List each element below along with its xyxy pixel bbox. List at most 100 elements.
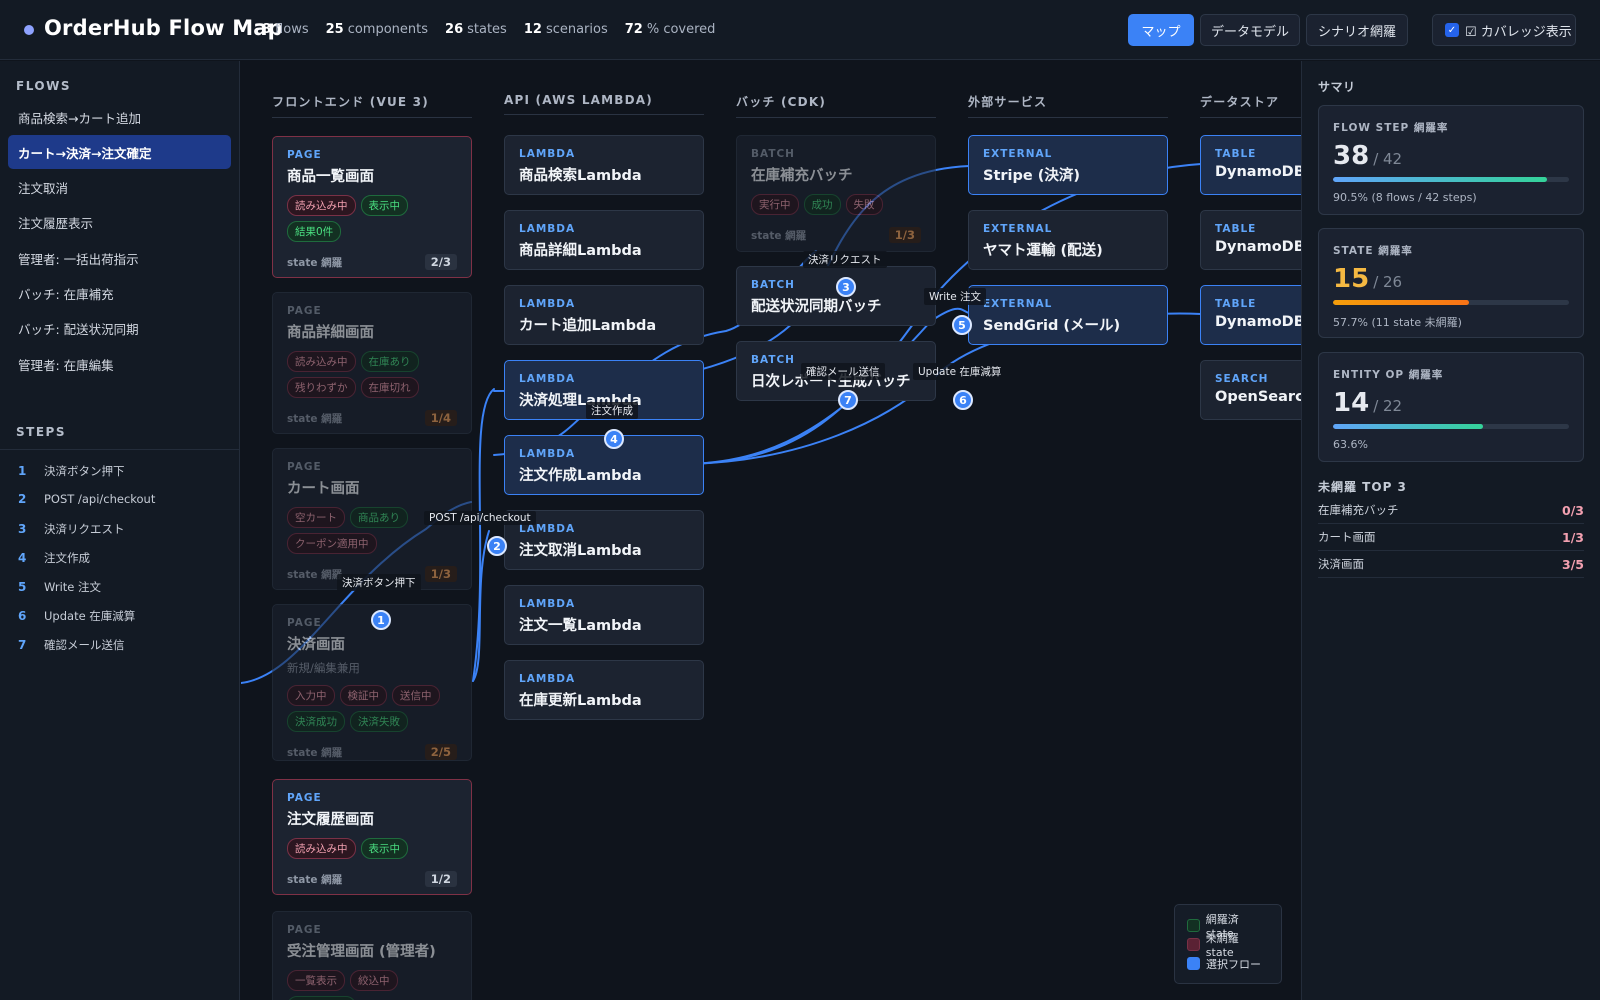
node-name: 商品詳細Lambda	[519, 243, 642, 259]
state-chip-uncovered[interactable]: 残りわずか	[287, 377, 356, 398]
stat-item: 72% covered	[625, 22, 716, 37]
node-kind: BATCH	[751, 148, 795, 160]
column-header: データストア	[1200, 93, 1301, 118]
state-chip-uncovered[interactable]: 絞込中	[350, 970, 398, 991]
datastore-node[interactable]: SEARCH OpenSearch	[1200, 360, 1301, 420]
frontend-node[interactable]: PAGE 注文履歴画面 読み込み中 表示中 state 網羅 1/2	[272, 779, 472, 895]
state-chip-uncovered[interactable]: 失敗	[845, 194, 883, 215]
step-item[interactable]: 2 POST /api/checkout	[18, 492, 155, 506]
frontend-node[interactable]: PAGE 商品一覧画面 読み込み中 表示中 結果0件 state 網羅 2/3	[272, 136, 472, 278]
flow-item[interactable]: カート→決済→注文確定	[8, 135, 231, 170]
scenario-coverage-button[interactable]: シナリオ網羅	[1306, 14, 1408, 46]
card-total: / 42	[1373, 150, 1403, 168]
state-chip-uncovered[interactable]: 実行中	[751, 194, 799, 215]
node-kind: TABLE	[1215, 223, 1257, 235]
external-node[interactable]: EXTERNAL Stripe (決済)	[968, 135, 1168, 195]
state-chip-uncovered[interactable]: 一覧表示	[287, 970, 345, 991]
flow-map-canvas[interactable]: フロントエンド (VUE 3) API (AWS LAMBDA) バッチ (CDK)…	[241, 61, 1301, 1000]
summary-panel: サマリ 未網羅 TOP 3 FLOW STEP 網羅率 38/ 42 90.5% (…	[1301, 61, 1600, 1000]
coverage-toggle[interactable]: ✓ ☑ カバレッジ表示	[1432, 14, 1576, 46]
batch-node[interactable]: BATCH 在庫補充バッチ 実行中 成功 失敗 state 網羅 1/3	[736, 135, 936, 252]
legend-selected: 選択フロー	[1187, 954, 1269, 973]
datastore-node[interactable]: TABLE DynamoDB:	[1200, 210, 1301, 270]
node-kind: EXTERNAL	[983, 148, 1053, 160]
flow-item[interactable]: 管理者: 一括出荷指示	[8, 241, 231, 275]
step-item[interactable]: 6 Update 在庫減算	[18, 608, 135, 624]
step-marker[interactable]: 1	[371, 610, 391, 630]
flow-item[interactable]: バッチ: 在庫補充	[8, 277, 231, 311]
stat-label: flows	[275, 22, 309, 37]
card-total: / 26	[1373, 273, 1403, 291]
external-node[interactable]: EXTERNAL ヤマト運輸 (配送)	[968, 210, 1168, 270]
uncovered-name: カート画面	[1318, 530, 1376, 544]
state-chip-covered[interactable]: 結果0件	[287, 221, 342, 242]
api-node[interactable]: LAMBDA 商品検索Lambda	[504, 135, 704, 195]
top3-title: 未網羅 TOP 3	[1318, 480, 1407, 494]
flow-item[interactable]: バッチ: 配送状況同期	[8, 312, 231, 346]
coverage-card: ENTITY OP 網羅率 14/ 22 63.6%	[1318, 352, 1584, 462]
uncovered-item[interactable]: 決済画面 3/5	[1318, 551, 1584, 578]
state-chip-covered[interactable]: 成功	[803, 194, 841, 215]
card-title: FLOW STEP 網羅率	[1333, 122, 1449, 134]
flow-item[interactable]: 注文取消	[8, 171, 231, 205]
checkbox-checked-icon[interactable]: ✓	[1445, 23, 1459, 37]
batch-node[interactable]: BATCH 配送状況同期バッチ	[736, 266, 936, 326]
api-node[interactable]: LAMBDA 注文作成Lambda	[504, 435, 704, 495]
api-node[interactable]: LAMBDA 商品詳細Lambda	[504, 210, 704, 270]
state-chip-uncovered[interactable]: 入力中	[287, 685, 335, 706]
state-chip-uncovered[interactable]: 空カート	[287, 507, 345, 528]
state-chip-covered[interactable]: 表示中	[360, 838, 408, 859]
edge-label: POST /api/checkout	[424, 511, 536, 525]
api-node[interactable]: LAMBDA カート追加Lambda	[504, 285, 704, 345]
step-marker[interactable]: 6	[953, 390, 973, 410]
state-chip-covered[interactable]: 在庫あり	[360, 351, 419, 372]
uncovered-item[interactable]: 在庫補充バッチ 0/3	[1318, 497, 1584, 524]
flow-item[interactable]: 商品検索→カート追加	[8, 100, 231, 134]
flow-item[interactable]: 注文履歴表示	[8, 206, 231, 240]
step-marker[interactable]: 2	[487, 536, 507, 556]
state-chip-covered[interactable]: 決済失敗	[350, 711, 408, 732]
uncovered-item[interactable]: カート画面 1/3	[1318, 524, 1584, 551]
step-item[interactable]: 7 確認メール送信	[18, 637, 125, 653]
step-marker[interactable]: 4	[604, 429, 624, 449]
state-chip-uncovered[interactable]: 読み込み中	[287, 195, 356, 216]
state-chip-uncovered[interactable]: 読み込み中	[287, 351, 356, 372]
datastore-node[interactable]: TABLE DynamoDB:	[1200, 135, 1301, 195]
state-chip-covered[interactable]: 表示中	[360, 195, 408, 216]
step-item[interactable]: 3 決済リクエスト	[18, 521, 125, 537]
card-detail: 90.5% (8 flows / 42 steps)	[1333, 191, 1477, 204]
flow-item[interactable]: 管理者: 在庫編集	[8, 347, 231, 381]
stat-value: 72	[624, 22, 643, 37]
step-item[interactable]: 1 決済ボタン押下	[18, 463, 125, 479]
api-node[interactable]: LAMBDA 注文一覧Lambda	[504, 585, 704, 645]
frontend-node[interactable]: PAGE 商品詳細画面 読み込み中 在庫あり 残りわずか 在庫切れ state 網羅 1/4	[272, 292, 472, 434]
state-chip-uncovered[interactable]: 送信中	[392, 685, 440, 706]
state-chip-covered[interactable]: 一括操作中	[287, 996, 356, 1000]
state-chip-covered[interactable]: 商品あり	[350, 507, 408, 528]
datastore-node[interactable]: TABLE DynamoDB:	[1200, 285, 1301, 345]
frontend-node[interactable]: PAGE 受注管理画面 (管理者) 一覧表示絞込中一括操作中	[272, 911, 472, 1000]
api-node[interactable]: LAMBDA 在庫更新Lambda	[504, 660, 704, 720]
frontend-node[interactable]: PAGE 決済画面 新規/編集兼用 入力中 検証中 送信中 決済成功 決済失敗 state 網羅…	[272, 604, 472, 761]
map-view-button[interactable]: マップ	[1128, 14, 1194, 46]
state-chip-uncovered[interactable]: 検証中	[339, 685, 387, 706]
step-marker[interactable]: 7	[838, 390, 858, 410]
column-header: 外部サービス	[968, 93, 1168, 118]
column-header: API (AWS LAMBDA)	[504, 93, 704, 115]
state-chip-uncovered[interactable]: 在庫切れ	[360, 377, 419, 398]
step-item[interactable]: 5 Write 注文	[18, 579, 101, 595]
external-node[interactable]: EXTERNAL SendGrid (メール)	[968, 285, 1168, 345]
coverage-toggle-label: ☑ カバレッジ表示	[1465, 24, 1572, 40]
node-name: ヤマト運輸 (配送)	[983, 243, 1103, 259]
state-chip-uncovered[interactable]: クーポン適用中	[287, 533, 377, 554]
step-item[interactable]: 4 注文作成	[18, 550, 90, 566]
data-model-button[interactable]: データモデル	[1200, 14, 1300, 46]
coverage-bar	[1333, 424, 1569, 429]
step-marker[interactable]: 3	[836, 277, 856, 297]
step-marker[interactable]: 5	[952, 315, 972, 335]
state-chip-uncovered[interactable]: 読み込み中	[287, 838, 356, 859]
node-kind: PAGE	[287, 305, 322, 317]
state-chip-covered[interactable]: 決済成功	[287, 711, 345, 732]
state-coverage-badge: 1/3	[888, 227, 921, 243]
card-value-row: 14/ 22	[1333, 388, 1569, 418]
